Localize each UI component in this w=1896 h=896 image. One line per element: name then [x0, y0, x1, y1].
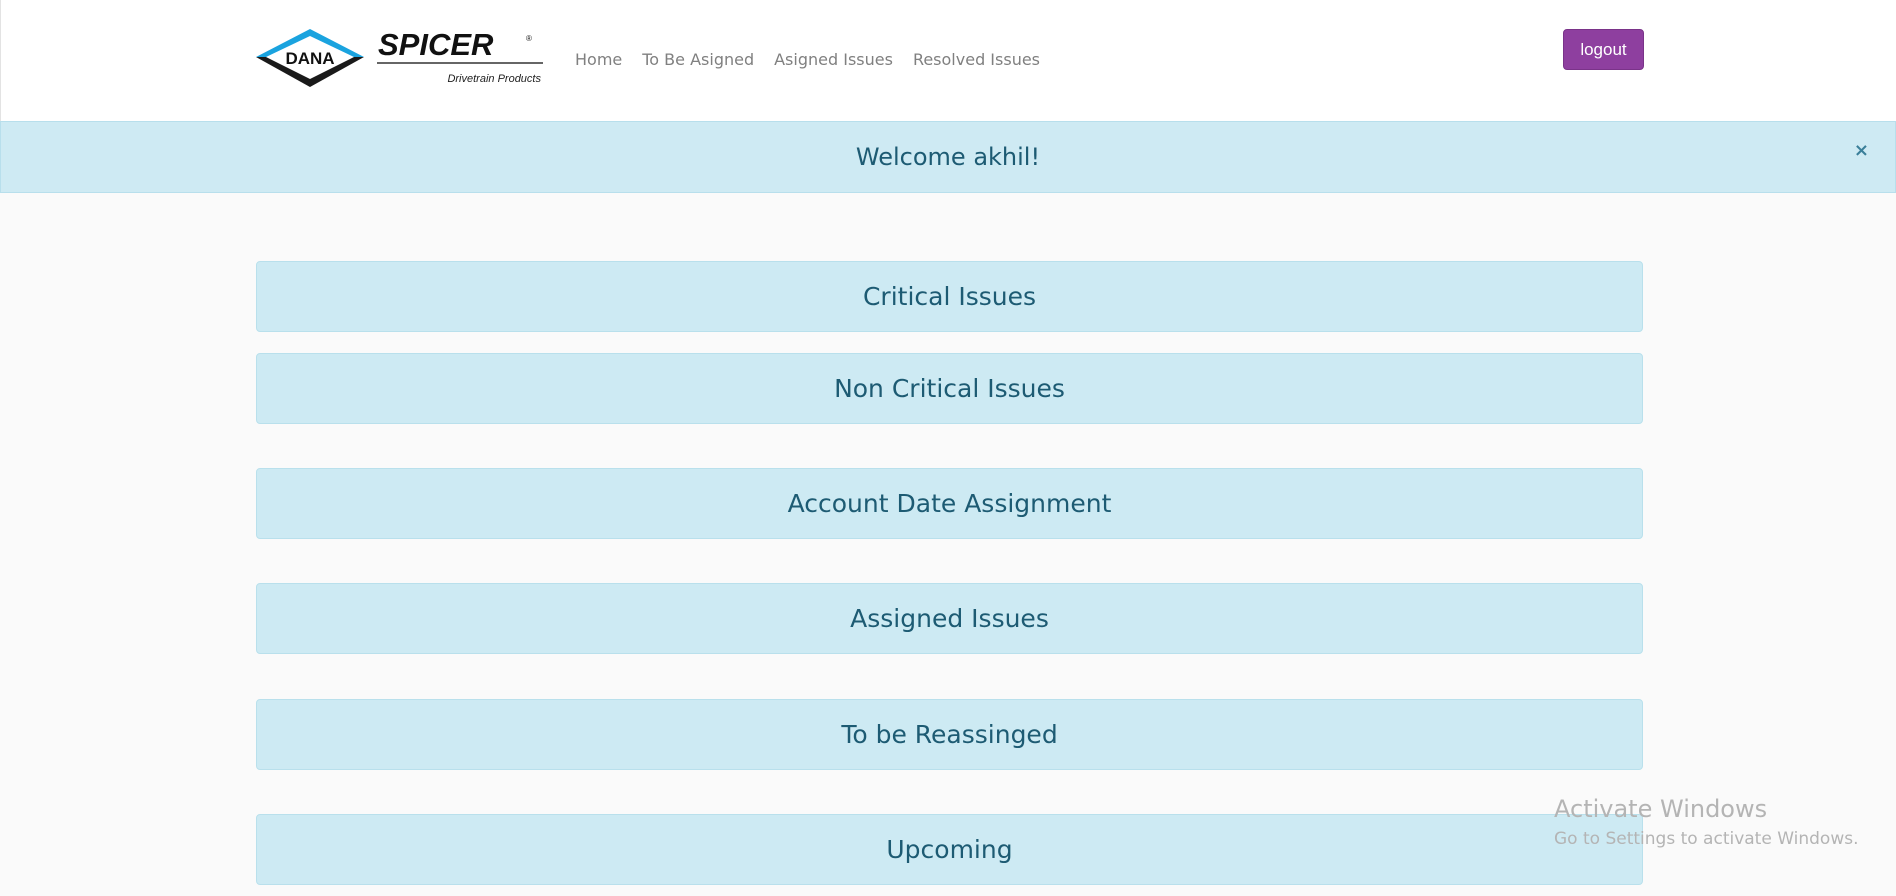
critical-issues-panel[interactable]: Critical Issues	[256, 261, 1643, 332]
windows-activation-watermark: Activate Windows Go to Settings to activ…	[1554, 794, 1859, 850]
watermark-subtitle: Go to Settings to activate Windows.	[1554, 829, 1859, 849]
non-critical-issues-panel[interactable]: Non Critical Issues	[256, 353, 1643, 424]
panel-label: Account Date Assignment	[787, 489, 1112, 518]
panel-label: To be Reassinged	[841, 720, 1058, 749]
nav-to-be-asigned[interactable]: To Be Asigned	[642, 49, 754, 71]
panel-label: Critical Issues	[862, 282, 1037, 311]
watermark-title: Activate Windows	[1554, 795, 1768, 823]
upcoming-panel[interactable]: Upcoming	[256, 814, 1643, 885]
to-be-reassigned-panel[interactable]: To be Reassinged	[256, 699, 1643, 770]
logout-button[interactable]: logout	[1563, 29, 1644, 70]
welcome-message: Welcome akhil!	[855, 143, 1041, 171]
main-nav: Home To Be Asigned Asigned Issues Resolv…	[575, 49, 1060, 71]
svg-text:DANA: DANA	[285, 49, 334, 68]
assigned-issues-panel[interactable]: Assigned Issues	[256, 583, 1643, 654]
panel-label: Non Critical Issues	[834, 374, 1065, 403]
panel-label: Assigned Issues	[850, 604, 1049, 633]
nav-resolved-issues[interactable]: Resolved Issues	[913, 49, 1040, 71]
close-icon[interactable]: ×	[1854, 140, 1869, 161]
svg-text:®: ®	[526, 34, 532, 43]
nav-home[interactable]: Home	[575, 49, 622, 71]
logo-graphic: DANA SPICER ® Drivetrain Products	[256, 27, 543, 87]
svg-text:Drivetrain Products: Drivetrain Products	[447, 73, 541, 85]
panel-label: Upcoming	[886, 835, 1013, 864]
svg-text:SPICER: SPICER	[378, 27, 494, 62]
account-date-assignment-panel[interactable]: Account Date Assignment	[256, 468, 1643, 539]
welcome-alert: Welcome akhil! ×	[0, 121, 1896, 193]
top-navbar: DANA SPICER ® Drivetrain Products Home T…	[0, 0, 1896, 121]
dana-spicer-logo[interactable]: DANA SPICER ® Drivetrain Products	[256, 27, 543, 91]
nav-asigned-issues[interactable]: Asigned Issues	[774, 49, 893, 71]
